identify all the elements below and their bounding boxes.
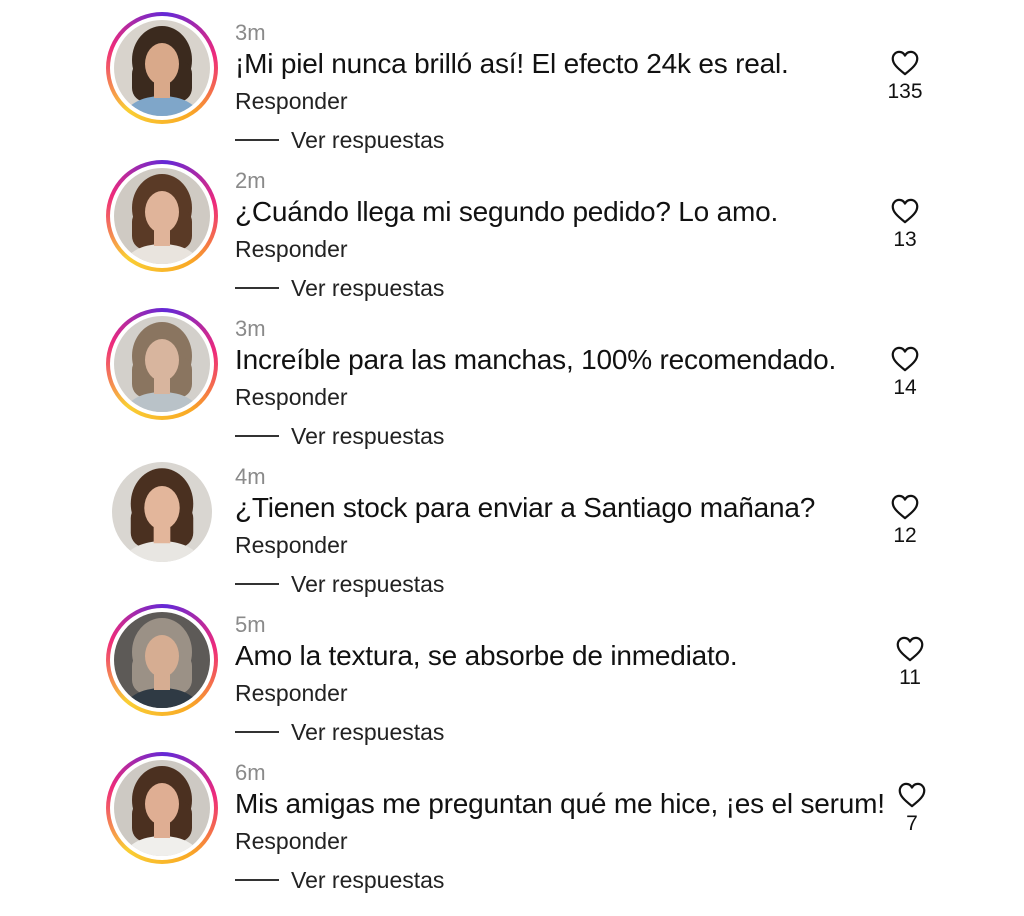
like-button[interactable]: 12 bbox=[881, 494, 929, 548]
view-replies-label: Ver respuestas bbox=[291, 866, 445, 893]
reply-button[interactable]: Responder bbox=[235, 384, 348, 411]
heart-icon[interactable] bbox=[891, 494, 919, 520]
comment-item: 5m Amo la textura, se absorbe de inmedia… bbox=[0, 594, 1024, 745]
reply-button[interactable]: Responder bbox=[235, 680, 348, 707]
avatar-frame[interactable] bbox=[106, 456, 218, 568]
heart-icon[interactable] bbox=[891, 198, 919, 224]
reply-button[interactable]: Responder bbox=[235, 236, 348, 263]
comment-item: 4m ¿Tienen stock para enviar a Santiago … bbox=[0, 446, 1024, 597]
story-ring[interactable] bbox=[106, 752, 218, 864]
reply-button[interactable]: Responder bbox=[235, 88, 348, 115]
replies-divider bbox=[235, 139, 279, 141]
replies-divider bbox=[235, 435, 279, 437]
comment-timestamp: 6m bbox=[235, 760, 266, 785]
like-button[interactable]: 7 bbox=[888, 782, 936, 836]
like-count: 135 bbox=[887, 80, 923, 103]
heart-icon[interactable] bbox=[898, 782, 926, 808]
heart-icon[interactable] bbox=[891, 346, 919, 372]
like-count: 14 bbox=[893, 376, 917, 399]
comment-timestamp: 3m bbox=[235, 20, 266, 45]
like-button[interactable]: 11 bbox=[886, 636, 934, 690]
story-ring[interactable] bbox=[106, 308, 218, 420]
like-button[interactable]: 135 bbox=[881, 50, 929, 104]
replies-divider bbox=[235, 731, 279, 733]
comment-timestamp: 3m bbox=[235, 316, 266, 341]
comment-item: 3m ¡Mi piel nunca brilló así! El efecto … bbox=[0, 2, 1024, 153]
comment-timestamp: 2m bbox=[235, 168, 266, 193]
replies-divider bbox=[235, 583, 279, 585]
reply-button[interactable]: Responder bbox=[235, 828, 348, 855]
comment-item: 6m Mis amigas me preguntan qué me hice, … bbox=[0, 742, 1024, 893]
avatar[interactable] bbox=[114, 20, 210, 116]
heart-icon[interactable] bbox=[891, 50, 919, 76]
like-count: 13 bbox=[893, 228, 917, 251]
like-count: 7 bbox=[906, 812, 918, 835]
avatar[interactable] bbox=[112, 462, 212, 562]
story-ring[interactable] bbox=[106, 12, 218, 124]
view-replies-button[interactable]: Ver respuestas bbox=[235, 866, 444, 894]
comment-item: 2m ¿Cuándo llega mi segundo pedido? Lo a… bbox=[0, 150, 1024, 301]
like-count: 12 bbox=[893, 524, 917, 547]
like-button[interactable]: 14 bbox=[881, 346, 929, 400]
comment-item: 3m Increíble para las manchas, 100% reco… bbox=[0, 298, 1024, 449]
avatar[interactable] bbox=[114, 168, 210, 264]
comment-text: Mis amigas me preguntan qué me hice, ¡es… bbox=[235, 788, 885, 819]
heart-icon[interactable] bbox=[896, 636, 924, 662]
comment-text: ¿Tienen stock para enviar a Santiago mañ… bbox=[235, 492, 816, 523]
comment-text: ¿Cuándo llega mi segundo pedido? Lo amo. bbox=[235, 196, 779, 227]
comment-timestamp: 4m bbox=[235, 464, 266, 489]
replies-divider bbox=[235, 879, 279, 881]
avatar[interactable] bbox=[114, 612, 210, 708]
reply-button[interactable]: Responder bbox=[235, 532, 348, 559]
comment-text: Amo la textura, se absorbe de inmediato. bbox=[235, 640, 738, 671]
comment-text: ¡Mi piel nunca brilló así! El efecto 24k… bbox=[235, 48, 789, 79]
story-ring[interactable] bbox=[106, 604, 218, 716]
story-ring[interactable] bbox=[106, 160, 218, 272]
like-count: 11 bbox=[899, 666, 921, 689]
like-button[interactable]: 13 bbox=[881, 198, 929, 252]
comment-timestamp: 5m bbox=[235, 612, 266, 637]
avatar[interactable] bbox=[114, 760, 210, 856]
avatar[interactable] bbox=[114, 316, 210, 412]
replies-divider bbox=[235, 287, 279, 289]
comment-text: Increíble para las manchas, 100% recomen… bbox=[235, 344, 837, 375]
